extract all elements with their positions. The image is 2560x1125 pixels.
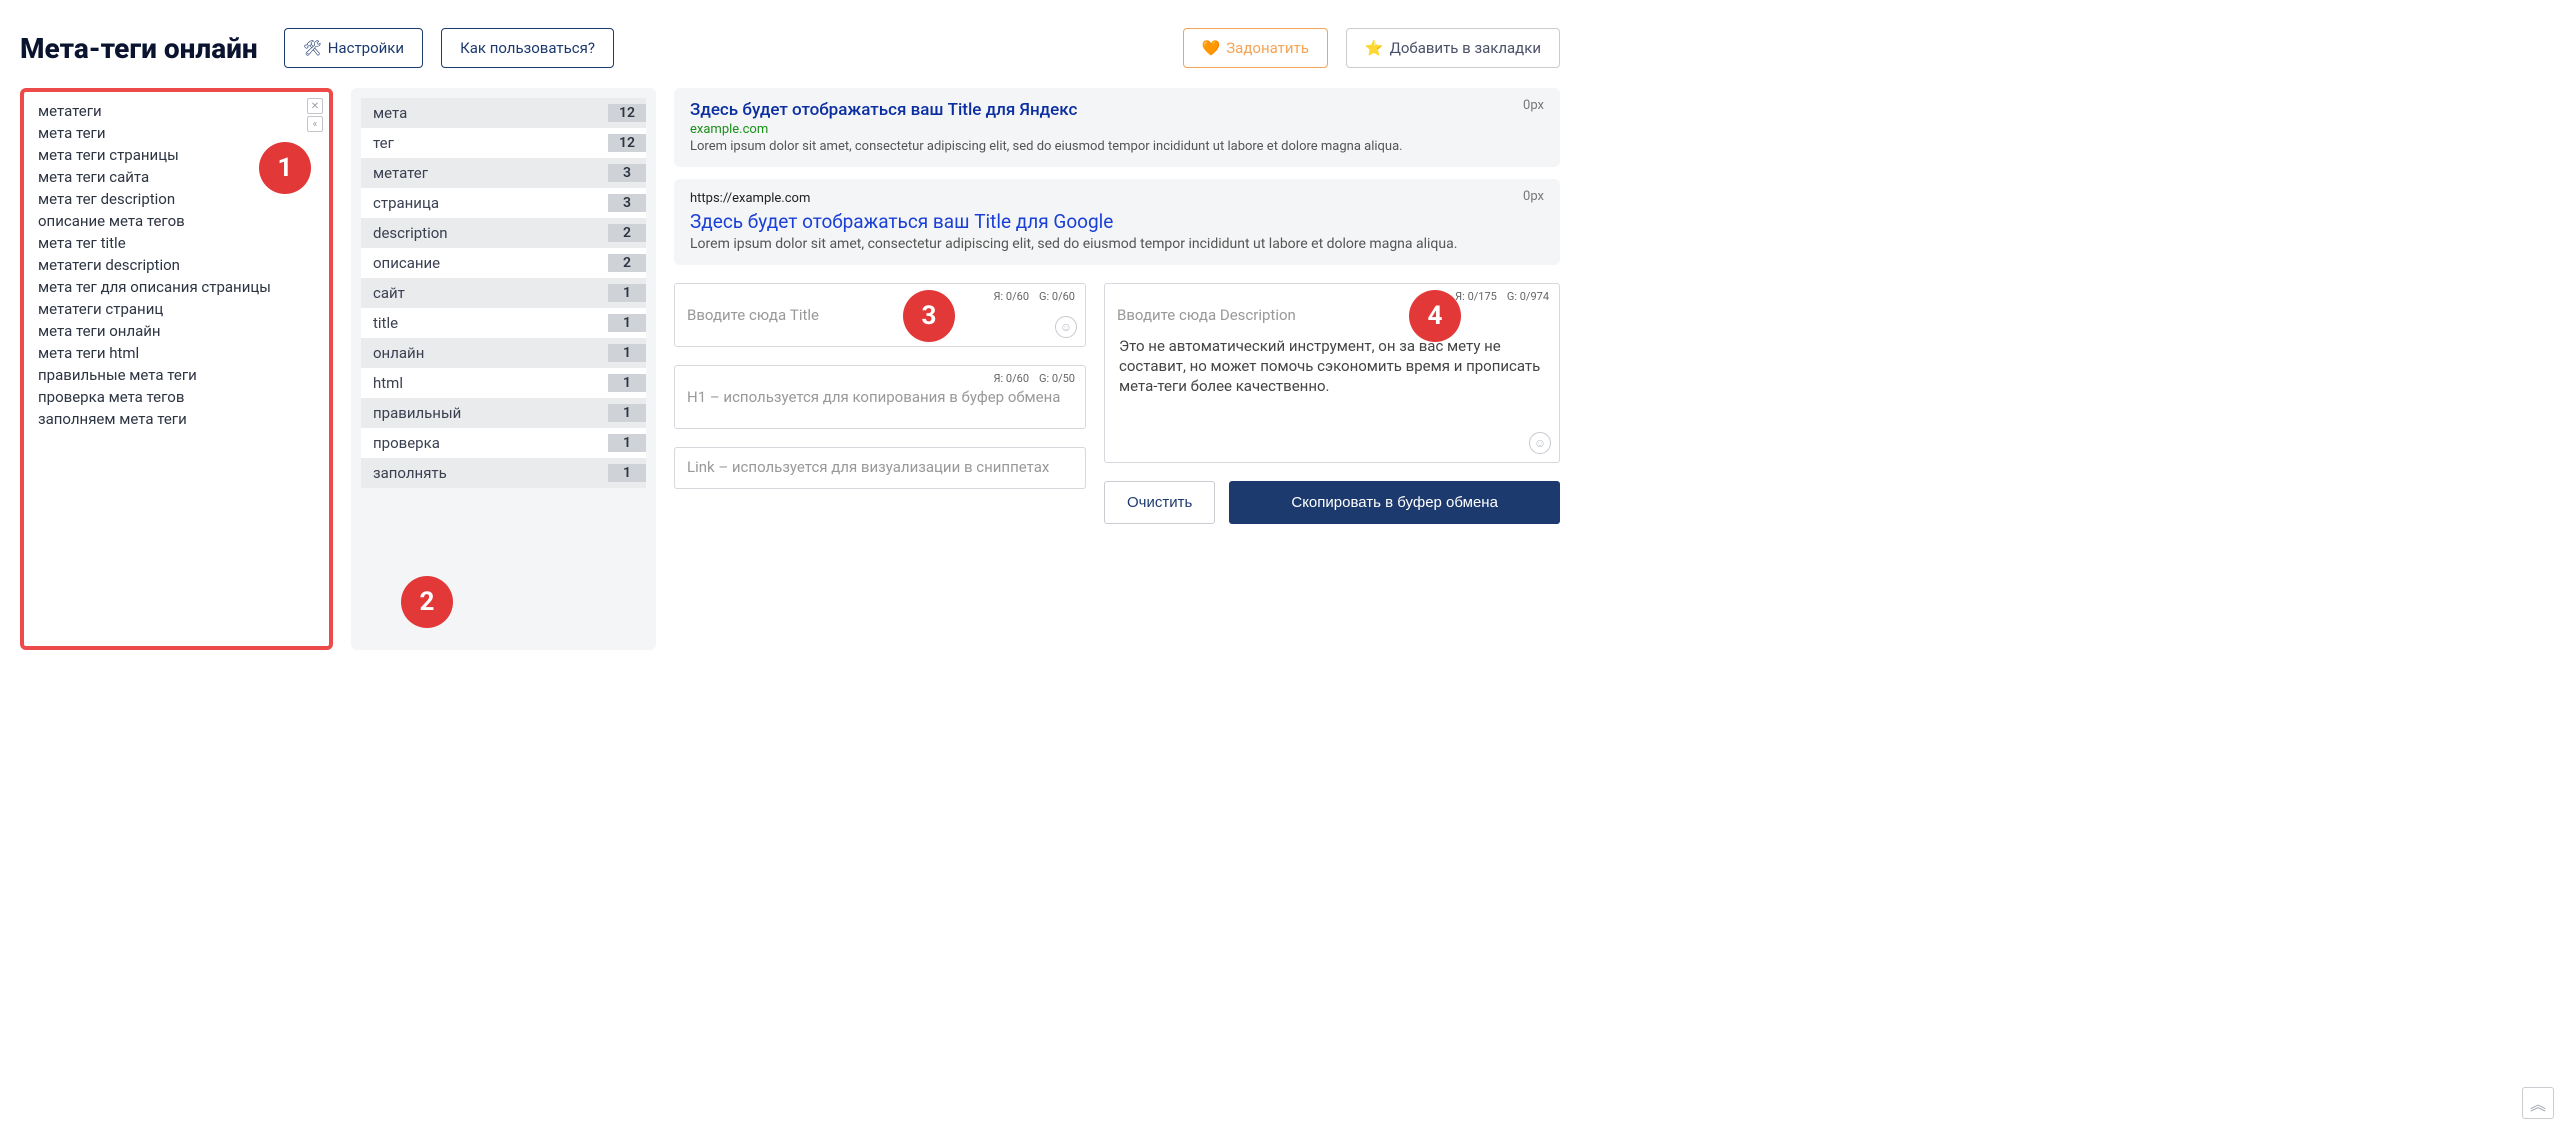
clear-button[interactable]: Очистить [1104, 481, 1215, 524]
h1-counter-go: G: 0/50 [1039, 372, 1075, 385]
word-count: 2 [608, 254, 646, 272]
word-count: 1 [608, 314, 646, 332]
copy-button[interactable]: Скопировать в буфер обмена [1229, 481, 1560, 524]
donate-button[interactable]: 🧡 Задонатить [1183, 28, 1328, 68]
keyword-line: мета тег для описания страницы [38, 276, 315, 298]
word-count: 1 [608, 344, 646, 362]
word-row: метатег 3 [361, 158, 646, 188]
yandex-px: 0px [1523, 98, 1544, 113]
google-preview: 0px https://example.com Здесь будет отоб… [674, 179, 1560, 265]
word-count: 1 [608, 434, 646, 452]
word-count: 3 [608, 164, 646, 182]
google-desc: Lorem ipsum dolor sit amet, consectetur … [690, 236, 1544, 253]
yandex-desc: Lorem ipsum dolor sit amet, consectetur … [690, 139, 1544, 155]
yandex-domain: example.com [690, 122, 1544, 137]
yandex-title: Здесь будет отображаться ваш Title для Я… [690, 100, 1544, 120]
desc-counter-go: G: 0/974 [1507, 290, 1549, 303]
keyword-line: метатеги страниц [38, 298, 315, 320]
badge-4: 4 [1409, 290, 1461, 342]
word-row: html 1 [361, 368, 646, 398]
word-count: 12 [608, 104, 646, 122]
emoji-icon[interactable]: ☺ [1055, 316, 1077, 338]
keyword-line: метатеги description [38, 254, 315, 276]
word-label: проверка [373, 434, 440, 452]
google-title: Здесь будет отображаться ваш Title для G… [690, 210, 1544, 233]
desc-counter-ya: Я: 0/175 [1455, 290, 1497, 303]
howto-label: Как пользоваться? [460, 39, 595, 57]
badge-1: 1 [259, 142, 311, 194]
donate-label: Задонатить [1226, 39, 1309, 57]
bookmark-label: Добавить в закладки [1390, 39, 1541, 57]
word-label: description [373, 224, 448, 242]
howto-button[interactable]: Как пользоваться? [441, 28, 614, 68]
badge-2: 2 [401, 576, 453, 628]
h1-counter-ya: Я: 0/60 [994, 372, 1029, 385]
tools-icon: 🛠 [303, 39, 322, 57]
word-row: заполнять 1 [361, 458, 646, 488]
google-px: 0px [1523, 189, 1544, 204]
word-label: онлайн [373, 344, 424, 362]
keyword-line: проверка мета тегов [38, 386, 315, 408]
close-icon[interactable]: ✕ [307, 98, 323, 114]
title-counter-go: G: 0/60 [1039, 290, 1075, 303]
word-label: мета [373, 104, 407, 122]
word-count: 3 [608, 194, 646, 212]
link-input[interactable] [675, 448, 1085, 490]
bookmark-button[interactable]: ⭐ Добавить в закладки [1346, 28, 1560, 68]
star-icon: ⭐ [1365, 39, 1384, 57]
word-count: 2 [608, 224, 646, 242]
word-label: html [373, 374, 403, 392]
scroll-top-button[interactable]: ︽ [2522, 1087, 2554, 1119]
word-frequency-panel: мета12тег12метатег3страница3description2… [351, 88, 656, 650]
word-label: описание [373, 254, 440, 272]
word-row: тег 12 [361, 128, 646, 158]
word-row: проверка 1 [361, 428, 646, 458]
word-label: правильный [373, 404, 461, 422]
keyword-line: мета теги [38, 122, 315, 144]
word-label: метатег [373, 164, 428, 182]
word-label: страница [373, 194, 439, 212]
heart-icon: 🧡 [1202, 39, 1221, 57]
keyword-line: мета теги html [38, 342, 315, 364]
keyword-line: мета тег title [38, 232, 315, 254]
keyword-line: правильные мета теги [38, 364, 315, 386]
info-note: Это не автоматический инструмент, он за … [1117, 336, 1547, 396]
keyword-line: мета теги онлайн [38, 320, 315, 342]
word-row: description 2 [361, 218, 646, 248]
word-count: 1 [608, 374, 646, 392]
emoji-icon[interactable]: ☺ [1529, 432, 1551, 454]
keywords-panel[interactable]: ✕ « метатегимета тегимета теги страницым… [20, 88, 333, 650]
keyword-line: метатеги [38, 100, 315, 122]
word-label: title [373, 314, 398, 332]
yandex-preview: 0px Здесь будет отображаться ваш Title д… [674, 88, 1560, 167]
word-label: тег [373, 134, 394, 152]
keyword-line: описание мета тегов [38, 210, 315, 232]
word-row: онлайн 1 [361, 338, 646, 368]
word-row: сайт 1 [361, 278, 646, 308]
word-count: 1 [608, 284, 646, 302]
page-title: Мета-теги онлайн [20, 32, 258, 65]
settings-button[interactable]: 🛠 Настройки [284, 28, 423, 68]
title-counter-ya: Я: 0/60 [994, 290, 1029, 303]
header: Мета-теги онлайн 🛠 Настройки Как пользов… [20, 0, 1560, 88]
link-field [674, 447, 1086, 489]
word-label: сайт [373, 284, 405, 302]
word-row: правильный 1 [361, 398, 646, 428]
badge-3: 3 [903, 290, 955, 342]
word-count: 12 [608, 134, 646, 152]
settings-label: Настройки [328, 39, 404, 57]
title-field: Я: 0/60 G: 0/60 ☺ 3 [674, 283, 1086, 347]
word-count: 1 [608, 404, 646, 422]
google-url: https://example.com [690, 191, 1544, 206]
h1-field: Я: 0/60 G: 0/50 [674, 365, 1086, 429]
word-row: описание 2 [361, 248, 646, 278]
word-row: title 1 [361, 308, 646, 338]
keyword-line: заполняем мета теги [38, 408, 315, 430]
collapse-icon[interactable]: « [307, 116, 323, 132]
description-field: Я: 0/175 G: 0/974 ☺ Это не автоматически… [1104, 283, 1560, 463]
word-label: заполнять [373, 464, 447, 482]
word-row: мета 12 [361, 98, 646, 128]
word-row: страница 3 [361, 188, 646, 218]
word-count: 1 [608, 464, 646, 482]
